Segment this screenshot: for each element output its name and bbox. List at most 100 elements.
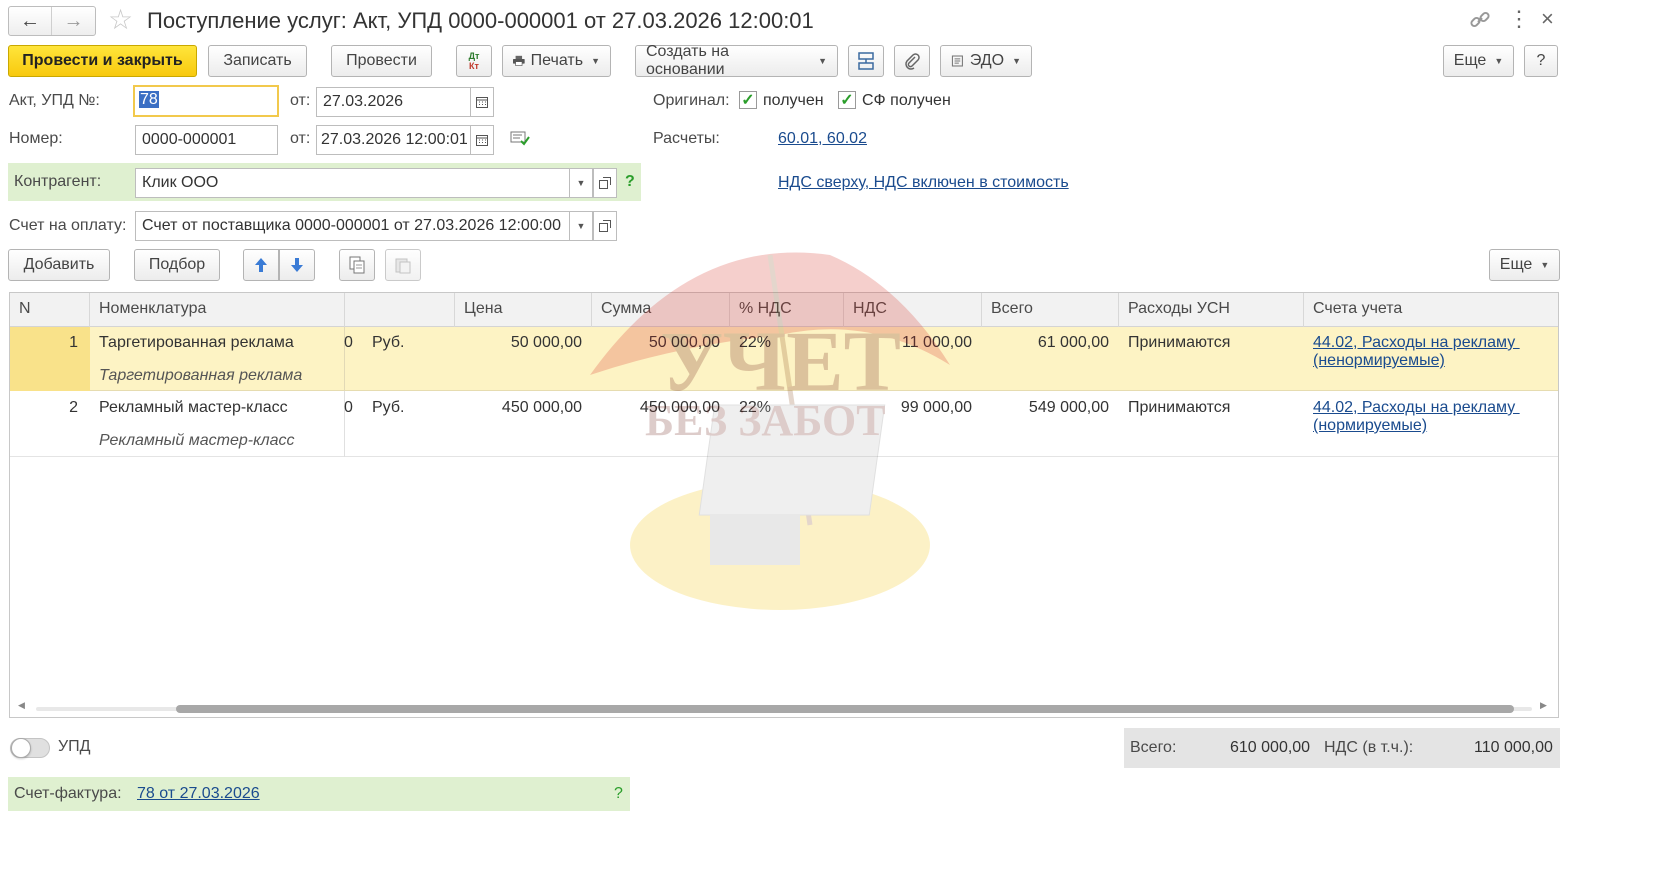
row-item: Рекламный мастер-класс <box>99 399 288 416</box>
table-more-button[interactable]: Еще ▼ <box>1489 249 1560 281</box>
toggle-knob <box>11 738 31 758</box>
upd-toggle[interactable] <box>10 738 50 758</box>
save-button[interactable]: Записать <box>208 45 307 77</box>
more-button[interactable]: Еще ▼ <box>1443 45 1514 77</box>
act-number-label: Акт, УПД №: <box>9 92 100 109</box>
number-date-from-label: от: <box>290 130 311 147</box>
col-header-total[interactable]: Всего <box>982 293 1119 327</box>
invoice-factura-link[interactable]: 78 от 27.03.2026 <box>137 785 260 803</box>
col-header-nomenclature[interactable]: Номенклатура <box>90 293 345 327</box>
calendar-icon <box>476 135 488 146</box>
sf-received-checkbox[interactable]: ✓ <box>838 91 856 109</box>
number-datetime-field[interactable]: 27.03.2026 12:00:01 <box>316 125 471 155</box>
structure-button[interactable] <box>848 45 884 77</box>
number-field[interactable]: 0000-000001 <box>135 125 278 155</box>
add-row-button[interactable]: Добавить <box>8 249 110 281</box>
post-button[interactable]: Провести <box>331 45 432 77</box>
post-label: Провести <box>346 52 417 69</box>
col-header-vat-rate[interactable]: % НДС <box>730 293 844 327</box>
scroll-thumb[interactable] <box>176 705 1514 713</box>
row-usn-expenses: Принимаются <box>1128 399 1231 416</box>
col-header-accounts[interactable]: Счета учета <box>1304 293 1558 327</box>
row-account-line2: (ненормируемые) <box>1313 352 1445 369</box>
original-received-label: получен <box>763 92 824 109</box>
number-date-calendar-button[interactable] <box>470 125 494 155</box>
help-button[interactable]: ? <box>1524 45 1558 77</box>
row-vat-rate: 22% <box>739 399 772 416</box>
act-date-from-label: от: <box>290 92 311 109</box>
counterparty-open-button[interactable] <box>593 168 617 198</box>
invoice-for-payment-label: Счет на оплату: <box>9 217 127 234</box>
counterparty-help-icon[interactable]: ? <box>625 173 635 191</box>
add-row-label: Добавить <box>23 256 95 273</box>
scroll-right-icon[interactable]: ▶ <box>1540 700 1547 711</box>
forward-arrow-icon[interactable]: → <box>52 7 95 35</box>
checkmark-icon: ✓ <box>840 92 854 109</box>
table-row[interactable]: 1 Таргетированная реклама Таргетированна… <box>10 327 1558 391</box>
paste-row-button[interactable] <box>385 249 421 281</box>
create-based-on-button[interactable]: Создать на основании ▼ <box>635 43 838 78</box>
more-vertical-icon[interactable]: ⋮ <box>1508 6 1530 32</box>
chevron-down-icon: ▼ <box>1494 56 1504 66</box>
row-number: 1 <box>69 334 78 351</box>
favorite-star-icon[interactable]: ☆ <box>108 4 133 36</box>
chevron-down-icon: ▼ <box>1540 260 1550 270</box>
invoice-open-button[interactable] <box>593 211 617 241</box>
pick-button[interactable]: Подбор <box>134 249 220 281</box>
row-item-sub: Таргетированная реклама <box>99 367 303 384</box>
row-item-sub: Рекламный мастер-класс <box>99 432 295 449</box>
copy-icon <box>349 256 365 274</box>
move-down-button[interactable] <box>279 249 315 281</box>
invoice-help-icon[interactable]: ? <box>614 785 623 803</box>
dt-kt-button[interactable]: Дт Кт <box>456 45 492 77</box>
vat-mode-link[interactable]: НДС сверху, НДС включен в стоимость <box>778 174 1069 192</box>
pick-label: Подбор <box>148 256 206 273</box>
col-header-usn-expenses[interactable]: Расходы УСН <box>1119 293 1304 327</box>
act-number-value: 78 <box>139 91 159 108</box>
row-account-link[interactable]: 44.02, Расходы на рекламу (нормируемые) <box>1313 399 1520 435</box>
edo-icon <box>951 55 963 67</box>
col-header-price[interactable]: Цена <box>455 293 592 327</box>
col-header-n[interactable]: N <box>10 293 90 327</box>
act-date-calendar-button[interactable] <box>470 87 494 117</box>
link-icon[interactable] <box>1468 8 1492 32</box>
act-date-field[interactable]: 27.03.2026 <box>316 87 471 117</box>
counterparty-field[interactable]: Клик ООО <box>135 168 570 198</box>
post-and-close-button[interactable]: Провести и закрыть <box>8 45 197 77</box>
invoice-for-payment-field[interactable]: Счет от поставщика 0000-000001 от 27.03.… <box>135 211 570 241</box>
close-icon[interactable]: × <box>1541 6 1554 32</box>
create-based-on-label: Создать на основании <box>646 43 729 78</box>
col-header-vat[interactable]: НДС <box>844 293 982 327</box>
row-usn-expenses: Принимаются <box>1128 334 1231 351</box>
row-vat: 99 000,00 <box>900 399 972 416</box>
table-row[interactable]: 2 Рекламный мастер-класс Рекламный масте… <box>10 391 1558 457</box>
move-up-button[interactable] <box>243 249 279 281</box>
print-button[interactable]: Печать ▼ <box>502 45 611 77</box>
invoice-dropdown-button[interactable]: ▼ <box>569 211 593 241</box>
row-account-link[interactable]: 44.02, Расходы на рекламу (ненормируемые… <box>1313 334 1520 370</box>
row-quantity: 0 <box>344 399 353 416</box>
help-label: ? <box>1536 52 1546 69</box>
horizontal-scrollbar[interactable]: ◀ ▶ <box>18 700 1550 715</box>
scroll-left-icon[interactable]: ◀ <box>18 700 25 711</box>
original-received-checkbox[interactable]: ✓ <box>739 91 757 109</box>
arrow-up-icon <box>255 258 267 272</box>
kt-label: Кт <box>469 61 479 71</box>
row-quantity: 0 <box>344 334 353 351</box>
counterparty-dropdown-button[interactable]: ▼ <box>569 168 593 198</box>
edit-number-icon[interactable] <box>510 130 530 151</box>
act-number-field[interactable]: 78 <box>133 85 279 117</box>
edo-button[interactable]: ЭДО ▼ <box>940 45 1032 77</box>
settlements-link[interactable]: 60.01, 60.02 <box>778 130 867 148</box>
attach-button[interactable] <box>894 45 930 77</box>
calendar-icon <box>476 97 488 108</box>
back-arrow-icon[interactable]: ← <box>9 7 53 35</box>
upd-label: УПД <box>58 738 91 755</box>
edo-label: ЭДО <box>969 52 1005 69</box>
copy-row-button[interactable] <box>339 249 375 281</box>
col-header-sum[interactable]: Сумма <box>592 293 730 327</box>
row-account-line1: 44.02, Расходы на рекламу <box>1313 399 1520 416</box>
col-header-quantity[interactable] <box>345 293 455 327</box>
dt-label: Дт <box>468 51 480 61</box>
chevron-down-icon: ▼ <box>576 221 586 231</box>
